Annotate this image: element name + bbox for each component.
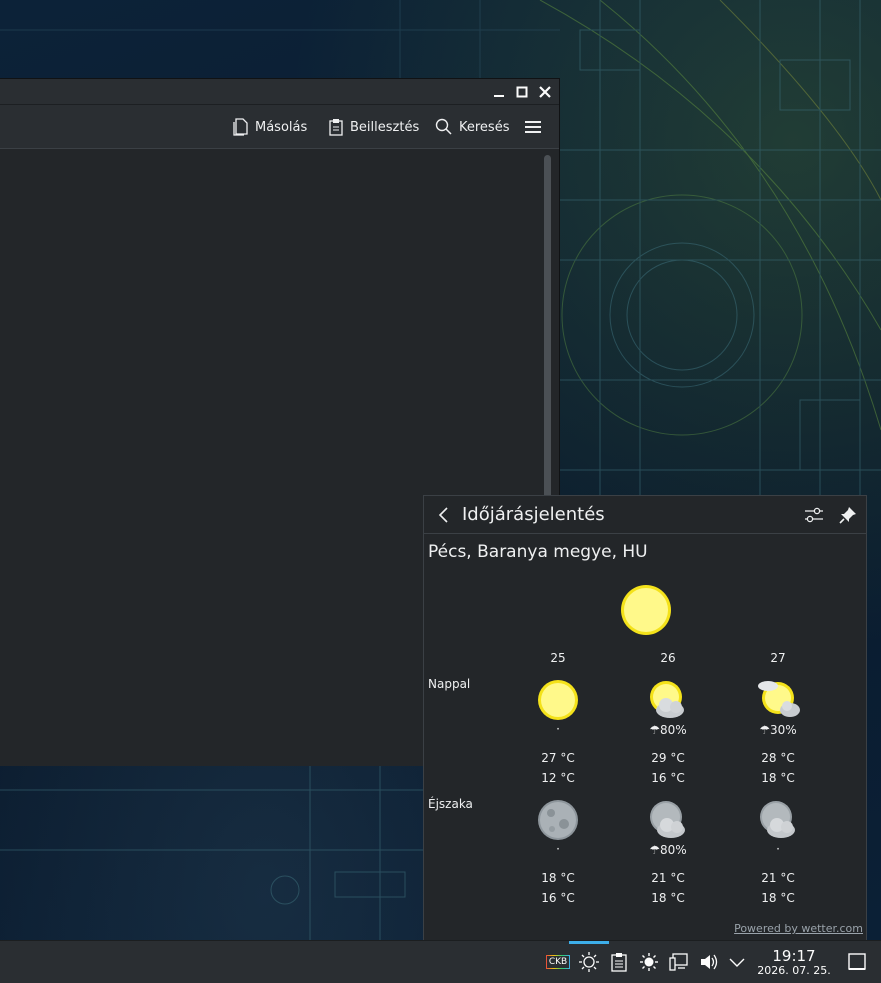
configure-button[interactable] bbox=[803, 505, 825, 525]
back-button[interactable] bbox=[434, 505, 454, 525]
day-precipitation: ☂30% bbox=[759, 723, 797, 737]
hamburger-menu-icon bbox=[525, 121, 541, 133]
night-precipitation: · bbox=[776, 842, 780, 856]
brightness-tray-button[interactable] bbox=[638, 951, 660, 973]
day-high-temp: 29 °C bbox=[651, 751, 685, 765]
forecast-date: 25 bbox=[550, 651, 566, 665]
paste-label: Beillesztés bbox=[350, 119, 420, 135]
sliders-icon bbox=[805, 507, 823, 523]
moon-cloud-icon bbox=[760, 801, 795, 838]
day-high-temp: 28 °C bbox=[761, 751, 795, 765]
weather-location: Pécs, Baranya megye, HU bbox=[428, 542, 648, 562]
weather-provider-link[interactable]: Powered by wetter.com bbox=[734, 922, 863, 935]
weather-tray-button[interactable] bbox=[578, 951, 600, 973]
keyboard-layout-indicator[interactable]: CKB bbox=[545, 951, 571, 973]
active-indicator bbox=[569, 941, 609, 944]
clipboard-icon bbox=[611, 953, 627, 972]
sun-clouds-icon bbox=[758, 681, 800, 717]
night-precipitation: · bbox=[556, 842, 560, 856]
sun-cloud-icon bbox=[650, 681, 684, 718]
night-low-temp: 16 °C bbox=[541, 891, 575, 905]
show-desktop-button[interactable] bbox=[846, 951, 868, 973]
day-row-label: Nappal bbox=[428, 677, 471, 691]
pin-icon bbox=[839, 507, 856, 524]
copy-label: Másolás bbox=[255, 119, 308, 135]
chevron-left-icon bbox=[438, 507, 448, 523]
night-precipitation: ☂80% bbox=[649, 843, 687, 857]
close-button[interactable] bbox=[535, 82, 555, 102]
clock-date: 2026. 07. 25. bbox=[757, 964, 831, 977]
paste-icon bbox=[329, 119, 343, 136]
network-tray-button[interactable] bbox=[668, 951, 690, 973]
sun-icon bbox=[538, 680, 578, 720]
day-low-temp: 12 °C bbox=[541, 771, 575, 785]
copy-icon bbox=[233, 118, 248, 136]
paste-button[interactable]: Beillesztés bbox=[328, 115, 419, 139]
keyboard-layout-label: CKB bbox=[545, 955, 571, 969]
taskbar: CKB 19:17 2026. 07. 25. bbox=[0, 940, 881, 983]
day-low-temp: 16 °C bbox=[651, 771, 685, 785]
weather-popup: Időjárásjelentés Pécs, Baranya megye, HU… bbox=[423, 495, 867, 940]
search-icon bbox=[435, 118, 452, 135]
forecast-date: 26 bbox=[660, 651, 676, 665]
brightness-icon bbox=[640, 953, 658, 971]
moon-icon bbox=[538, 800, 578, 840]
volume-tray-button[interactable] bbox=[698, 951, 720, 973]
day-precipitation: · bbox=[556, 722, 560, 736]
minimize-button[interactable] bbox=[489, 82, 509, 102]
clipboard-tray-button[interactable] bbox=[608, 951, 630, 973]
night-high-temp: 18 °C bbox=[541, 871, 575, 885]
hamburger-menu-button[interactable] bbox=[524, 115, 542, 139]
day-high-temp: 27 °C bbox=[541, 751, 575, 765]
chevron-down-icon bbox=[729, 958, 745, 967]
maximize-icon bbox=[516, 86, 528, 98]
night-high-temp: 21 °C bbox=[761, 871, 795, 885]
sun-icon bbox=[621, 585, 671, 635]
weather-header: Időjárásjelentés bbox=[424, 496, 866, 534]
maximize-button[interactable] bbox=[512, 82, 532, 102]
night-high-temp: 21 °C bbox=[651, 871, 685, 885]
moon-cloud-icon bbox=[650, 801, 685, 838]
toolbar: Másolás Beillesztés Keresés bbox=[0, 105, 559, 149]
search-button[interactable]: Keresés bbox=[435, 115, 509, 139]
night-low-temp: 18 °C bbox=[651, 891, 685, 905]
clock-time: 19:17 bbox=[772, 947, 816, 965]
copy-button[interactable]: Másolás bbox=[233, 115, 307, 139]
speaker-icon bbox=[701, 954, 718, 970]
window-titlebar[interactable] bbox=[0, 79, 559, 105]
tray-expand-button[interactable] bbox=[726, 951, 748, 973]
forecast-date: 27 bbox=[770, 651, 786, 665]
close-icon bbox=[539, 86, 551, 98]
sun-outline-icon bbox=[579, 952, 599, 972]
night-row-label: Éjszaka bbox=[428, 797, 473, 811]
network-wired-icon bbox=[669, 953, 688, 971]
show-desktop-icon bbox=[848, 953, 866, 970]
day-precipitation: ☂80% bbox=[649, 723, 687, 737]
night-low-temp: 18 °C bbox=[761, 891, 795, 905]
pin-button[interactable] bbox=[838, 505, 858, 525]
weather-title: Időjárásjelentés bbox=[462, 504, 605, 525]
search-label: Keresés bbox=[459, 119, 510, 135]
day-low-temp: 18 °C bbox=[761, 771, 795, 785]
minimize-icon bbox=[494, 95, 504, 97]
